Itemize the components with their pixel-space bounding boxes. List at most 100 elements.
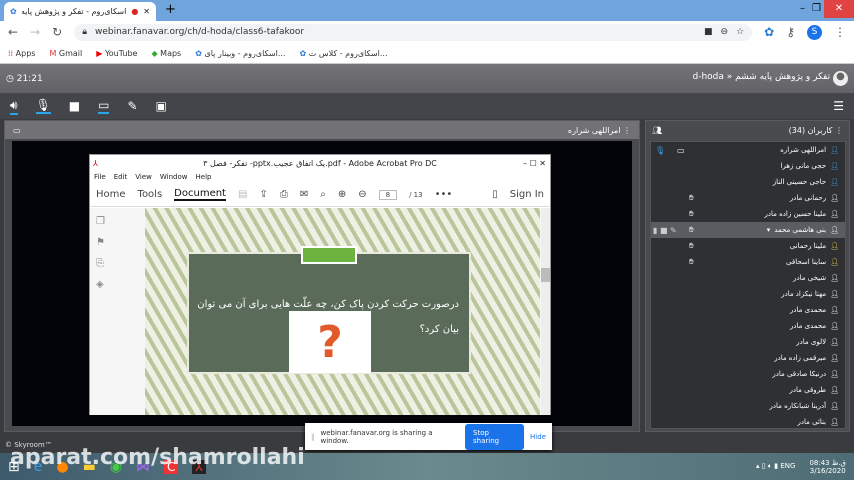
tab-tools[interactable]: Tools	[138, 189, 163, 200]
more-icon[interactable]: ⋮	[623, 126, 631, 135]
new-tab-button[interactable]: +	[165, 2, 176, 17]
menu-icon[interactable]: ⋮	[834, 25, 846, 39]
pages-icon[interactable]: ❐	[96, 216, 105, 227]
zoom-icon[interactable]: ⊖	[721, 27, 729, 37]
print-icon[interactable]: ⎙	[280, 189, 288, 200]
stop-sharing-button[interactable]: Stop sharing	[465, 423, 525, 450]
sign-in-button[interactable]: Sign In	[510, 189, 544, 200]
user-row[interactable]: ✋︎ ملینا حسین زاده مادر 👤︎	[651, 206, 845, 222]
user-row[interactable]: درنیکا صادقی مادر 👤︎	[651, 366, 845, 382]
bookmark-skyroom-class[interactable]: ✿ اسکای‌روم - کلاس ت...	[300, 49, 388, 58]
user-name: رحمانی مادر	[789, 194, 827, 202]
bookmark-icon[interactable]: ⚑	[96, 237, 105, 248]
bookmark-skyroom-webinar[interactable]: ✿ اسکای‌روم - وبینار پای...	[195, 49, 285, 58]
user-icon: 👤︎	[830, 370, 839, 378]
user-row[interactable]: ✋︎ ملینا رحمانی 👤︎	[651, 238, 845, 254]
profile-avatar[interactable]: S	[807, 24, 822, 40]
scrollbar[interactable]	[541, 208, 550, 415]
bookmark-maps[interactable]: ◆ Maps	[151, 49, 181, 58]
mobile-icon[interactable]: ▯	[492, 189, 498, 200]
forward-icon[interactable]: →	[30, 25, 40, 39]
menu-help[interactable]: Help	[196, 173, 212, 181]
slide-board: درصورت حرکت کردن پاک کن، چه علّت هایی بر…	[187, 246, 471, 374]
chevron-down-icon[interactable]: ▾	[767, 226, 771, 234]
user-row[interactable]: ✋︎ ساینا اسحاقی 👤︎	[651, 254, 845, 270]
user-actions[interactable]: ▮ ■ ✎	[653, 226, 677, 235]
menu-edit[interactable]: Edit	[114, 173, 128, 181]
user-row[interactable]: حجی مانی زهرا 👤︎	[651, 158, 845, 174]
user-row[interactable]: لالوی مادر 👤︎	[651, 334, 845, 350]
raised-hand-icon[interactable]: ✋︎	[689, 193, 694, 203]
user-row[interactable]: طروقی مادر 👤︎	[651, 382, 845, 398]
restore-button[interactable]: ❐	[812, 3, 821, 14]
screen-icon[interactable]: ▭	[13, 126, 21, 135]
bookmark-apps[interactable]: ⁞⁞ Apps	[8, 49, 35, 58]
screen-icon[interactable]: ▭	[677, 146, 685, 155]
user-row[interactable]: مهتا نیکزاد مادر 👤︎	[651, 286, 845, 302]
hide-button[interactable]: Hide	[530, 433, 546, 441]
raised-hand-icon[interactable]: ✋︎	[689, 209, 694, 219]
back-icon[interactable]: ←	[8, 25, 18, 39]
prev-page-icon[interactable]: ⊕	[338, 189, 346, 200]
reload-icon[interactable]: ↻	[52, 25, 62, 39]
user-row[interactable]: 🎙︎ ▭ امراللهی شراره 👤︎	[651, 142, 845, 158]
language-indicator[interactable]: ENG	[780, 462, 795, 470]
slide-tab-decoration	[301, 246, 357, 264]
user-row[interactable]: بنائی مادر 👤︎	[651, 414, 845, 430]
user-row[interactable]: محمدی مادر 👤︎	[651, 318, 845, 334]
save-icon[interactable]: ▤	[238, 189, 247, 200]
bookmark-gmail[interactable]: M Gmail	[49, 49, 82, 58]
user-row[interactable]: شیخی مادر 👤︎	[651, 270, 845, 286]
users-icon: 👥︎	[652, 125, 663, 135]
search-icon[interactable]: ⌕	[320, 189, 326, 200]
raised-hand-icon[interactable]: ✋︎	[689, 257, 694, 267]
window-controls[interactable]: – ☐ ✕	[523, 159, 546, 168]
key-icon[interactable]: ⚷	[786, 25, 795, 39]
menu-file[interactable]: File	[94, 173, 106, 181]
speaker-icon[interactable]: 🔊︎	[10, 98, 18, 115]
menu-view[interactable]: View	[135, 173, 152, 181]
user-row[interactable]: محمدی مادر 👤︎	[651, 302, 845, 318]
star-icon[interactable]: ☆	[736, 27, 744, 37]
brush-icon[interactable]: ✎	[127, 99, 137, 113]
tab-document[interactable]: Document	[174, 188, 226, 201]
browser-tab[interactable]: ✿ اسکای‌روم - تفکر و پژوهش پایه ● ✕	[4, 2, 156, 21]
drag-handle-icon[interactable]: ‖	[311, 433, 315, 441]
menu-window[interactable]: Window	[160, 173, 188, 181]
screen-share-icon[interactable]: ▭	[98, 98, 110, 114]
raised-hand-icon[interactable]: ✋︎	[689, 241, 694, 251]
user-row[interactable]: ▮ ■ ✎ ✋︎ ▾ بنی هاشمی محمد 👤︎	[651, 222, 845, 238]
more-icon[interactable]: ⋮	[835, 126, 843, 135]
user-row[interactable]: میرقمی زاده مادر 👤︎	[651, 350, 845, 366]
close-tab-icon[interactable]: ✕	[143, 7, 150, 16]
url-field[interactable]: 🔒︎ webinar.fanavar.org/ch/d-hoda/class6-…	[74, 23, 753, 41]
hamburger-menu-icon[interactable]: ☰	[833, 99, 844, 113]
page-input[interactable]: 8	[378, 189, 398, 200]
browser-tab-bar: ✿ اسکای‌روم - تفکر و پژوهش پایه ● ✕ + – …	[0, 0, 854, 21]
user-icon: 👤︎	[830, 274, 839, 282]
user-row[interactable]: ✋︎ رحمانی مادر 👤︎	[651, 190, 845, 206]
camera-icon[interactable]: ■	[69, 99, 80, 113]
user-row[interactable]: آدرینا شبانکاره مادر 👤︎	[651, 398, 845, 414]
next-page-icon[interactable]: ⊖	[358, 189, 366, 200]
layers-icon[interactable]: ◈	[96, 279, 105, 290]
user-avatar-icon[interactable]: ●	[833, 71, 848, 86]
email-icon[interactable]: ✉	[300, 189, 308, 200]
minimize-button[interactable]: –	[800, 3, 805, 14]
microphone-icon[interactable]: 🎙︎	[35, 98, 51, 114]
extension-icon[interactable]: ✿	[764, 25, 774, 39]
microphone-icon[interactable]: 🎙︎	[655, 146, 665, 155]
bookmark-youtube[interactable]: ▶ YouTube	[96, 49, 137, 58]
upload-icon[interactable]: ⇪	[259, 189, 267, 200]
camera-icon[interactable]: ■	[704, 27, 713, 37]
more-icon[interactable]: •••	[435, 189, 453, 200]
close-window-button[interactable]: ✕	[824, 0, 854, 18]
raised-hand-icon[interactable]: ✋︎	[689, 225, 694, 235]
attachment-icon[interactable]: ⎘	[96, 258, 105, 269]
user-name: محمدی مادر	[790, 322, 827, 330]
pdf-document: ❐ ⚑ ⎘ ◈ درصورت حرکت کردن پاک کن، چه علّت ها…	[90, 208, 550, 415]
clock[interactable]: 08:43 ق.ظ 3/16/2020	[809, 459, 846, 475]
tab-home[interactable]: Home	[96, 189, 126, 200]
media-player-icon[interactable]: ▣	[156, 99, 167, 113]
user-row[interactable]: حاجی حسینی الناز 👤︎	[651, 174, 845, 190]
